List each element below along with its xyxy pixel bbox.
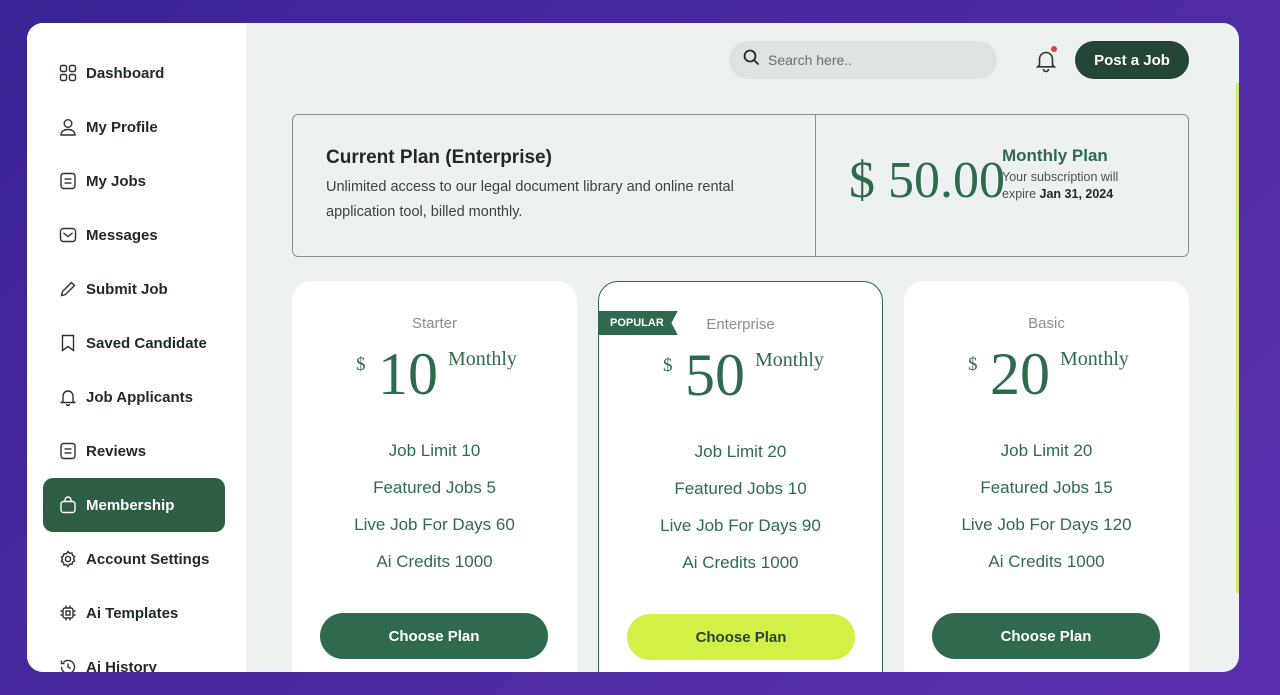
plan-name: Starter bbox=[411, 315, 457, 332]
notifications-button[interactable] bbox=[1033, 46, 1059, 73]
plan-feature: Ai Credits 1000 bbox=[988, 552, 1105, 571]
chip-icon bbox=[59, 604, 77, 622]
sidebar-item-label: My Jobs bbox=[86, 172, 147, 190]
plan-period: Monthly bbox=[448, 348, 517, 370]
plan-feature: Featured Jobs 15 bbox=[980, 478, 1113, 497]
scrollbar[interactable] bbox=[1236, 83, 1239, 593]
search-bar[interactable] bbox=[729, 41, 997, 79]
sidebar-item-label: Messages bbox=[86, 226, 158, 244]
history-icon bbox=[59, 658, 77, 672]
plan-feature: Job Limit 20 bbox=[1000, 441, 1093, 460]
bell-icon bbox=[1033, 51, 1059, 77]
app-window: Dashboard My Profile My Jobs Messages Su… bbox=[27, 23, 1239, 672]
plan-currency: $ bbox=[968, 354, 978, 375]
sidebar-item-my-profile[interactable]: My Profile bbox=[43, 100, 225, 154]
sidebar-item-label: My Profile bbox=[86, 118, 158, 136]
current-plan-description: Unlimited access to our legal document l… bbox=[326, 179, 734, 220]
plan-amount: 10 bbox=[378, 341, 438, 407]
choose-plan-button[interactable]: Choose Plan bbox=[627, 614, 855, 660]
plan-feature: Live Job For Days 120 bbox=[961, 515, 1132, 534]
plan-name: Enterprise bbox=[706, 316, 775, 333]
document-icon bbox=[59, 172, 77, 190]
plan-feature: Job Limit 20 bbox=[694, 442, 787, 461]
current-plan-price: $ 50.00 bbox=[849, 152, 1005, 209]
notification-dot bbox=[1051, 46, 1057, 52]
sidebar-item-messages[interactable]: Messages bbox=[43, 208, 225, 262]
sidebar-item-ai-history[interactable]: Ai History bbox=[43, 640, 225, 672]
plan-price: $ 50 Monthly bbox=[599, 342, 882, 408]
sidebar-item-reviews[interactable]: Reviews bbox=[43, 424, 225, 478]
subscription-expiry: Your subscription will expire Jan 31, 20… bbox=[1002, 169, 1142, 203]
current-plan-title: Current Plan (Enterprise) bbox=[326, 147, 552, 168]
sidebar-item-dashboard[interactable]: Dashboard bbox=[43, 46, 225, 100]
pen-icon bbox=[59, 280, 77, 298]
sidebar-item-account-settings[interactable]: Account Settings bbox=[43, 532, 225, 586]
plan-card-enterprise: POPULAR Enterprise $ 50 Monthly Job Limi… bbox=[598, 281, 883, 672]
sidebar-item-label: Reviews bbox=[86, 442, 147, 460]
sidebar-item-my-jobs[interactable]: My Jobs bbox=[43, 154, 225, 208]
search-input[interactable] bbox=[768, 52, 978, 68]
dashboard-icon bbox=[59, 64, 77, 82]
plan-feature: Live Job For Days 90 bbox=[660, 516, 821, 535]
sidebar-item-label: Membership bbox=[86, 496, 175, 514]
choose-plan-button[interactable]: Choose Plan bbox=[932, 613, 1160, 659]
bookmark-icon bbox=[59, 334, 77, 352]
plan-feature: Ai Credits 1000 bbox=[376, 552, 493, 571]
current-plan-panel: Current Plan (Enterprise) Unlimited acce… bbox=[292, 114, 1189, 257]
choose-plan-button[interactable]: Choose Plan bbox=[320, 613, 548, 659]
plan-feature: Featured Jobs 10 bbox=[674, 479, 807, 498]
sidebar-item-saved-candidate[interactable]: Saved Candidate bbox=[43, 316, 225, 370]
plan-amount: 20 bbox=[990, 341, 1050, 407]
plan-feature: Featured Jobs 5 bbox=[373, 478, 496, 497]
plan-feature: Live Job For Days 60 bbox=[354, 515, 515, 534]
plan-currency: $ bbox=[356, 354, 366, 375]
post-job-button[interactable]: Post a Job bbox=[1075, 41, 1189, 79]
plan-period: Monthly bbox=[1060, 348, 1129, 370]
main-content: Post a Job Current Plan (Enterprise) Unl… bbox=[246, 23, 1239, 672]
sidebar-item-label: Saved Candidate bbox=[86, 334, 207, 352]
document-icon bbox=[59, 442, 77, 460]
plan-card-basic: Basic $ 20 Monthly Job Limit 20 Featured… bbox=[904, 281, 1189, 672]
plan-period: Monthly bbox=[755, 349, 824, 371]
plan-card-starter: Starter $ 10 Monthly Job Limit 10 Featur… bbox=[292, 281, 577, 672]
current-plan-period: Monthly Plan bbox=[1002, 146, 1108, 165]
mail-icon bbox=[59, 226, 77, 244]
sidebar-item-job-applicants[interactable]: Job Applicants bbox=[43, 370, 225, 424]
plan-price: $ 10 Monthly bbox=[292, 341, 577, 407]
expiry-date: Jan 31, 2024 bbox=[1039, 187, 1114, 201]
sidebar-item-label: Ai Templates bbox=[86, 604, 179, 622]
plan-name: Basic bbox=[1028, 315, 1065, 332]
plan-price: $ 20 Monthly bbox=[904, 341, 1189, 407]
divider bbox=[815, 115, 816, 256]
sidebar-item-label: Ai History bbox=[86, 658, 157, 673]
gear-icon bbox=[59, 550, 77, 568]
user-icon bbox=[59, 118, 77, 136]
plan-feature: Ai Credits 1000 bbox=[682, 553, 799, 572]
bag-icon bbox=[59, 496, 77, 514]
sidebar-item-label: Dashboard bbox=[86, 64, 165, 82]
sidebar-item-membership[interactable]: Membership bbox=[43, 478, 225, 532]
search-icon bbox=[743, 49, 768, 71]
plan-currency: $ bbox=[663, 355, 673, 376]
sidebar-item-ai-templates[interactable]: Ai Templates bbox=[43, 586, 225, 640]
sidebar-item-label: Job Applicants bbox=[86, 388, 193, 406]
plan-amount: 50 bbox=[685, 342, 745, 408]
sidebar-item-label: Account Settings bbox=[86, 550, 210, 568]
plan-feature: Job Limit 10 bbox=[388, 441, 481, 460]
sidebar-item-submit-job[interactable]: Submit Job bbox=[43, 262, 225, 316]
sidebar-item-label: Submit Job bbox=[86, 280, 168, 298]
sidebar: Dashboard My Profile My Jobs Messages Su… bbox=[27, 23, 246, 672]
bell-icon bbox=[59, 388, 77, 406]
